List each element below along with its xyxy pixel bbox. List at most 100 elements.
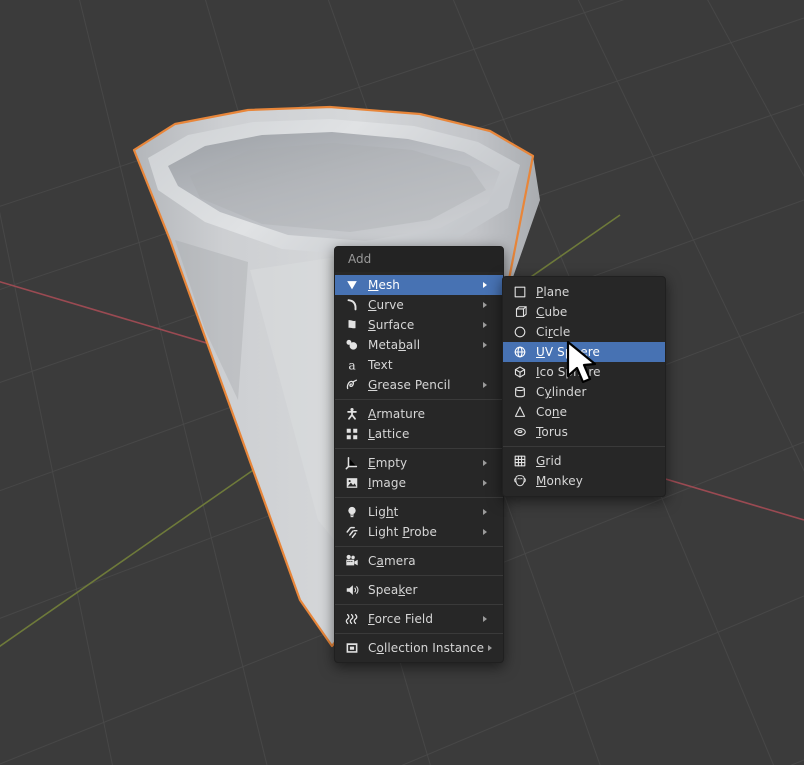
menu-item-cylinder[interactable]: Cylinder	[503, 382, 665, 402]
submenu-arrow-icon	[483, 460, 497, 466]
cube-icon	[511, 304, 529, 320]
menu-item-empty[interactable]: Empty	[335, 453, 503, 473]
add-menu-title: Add	[335, 247, 503, 272]
menu-item-ico-sphere[interactable]: Ico Sphere	[503, 362, 665, 382]
collection-instance-icon	[343, 640, 361, 656]
light-icon	[343, 504, 361, 520]
add-menu[interactable]: Add Mesh Curve Surface Metaball a Text Grease …	[334, 246, 504, 663]
menu-item-light-probe[interactable]: Light Probe	[335, 522, 503, 542]
menu-item-curve[interactable]: Curve	[335, 295, 503, 315]
menu-item-label: Armature	[368, 407, 426, 421]
text-icon: a	[343, 357, 361, 373]
menu-item-grid[interactable]: Grid	[503, 451, 665, 471]
menu-item-label: Curve	[368, 298, 404, 312]
menu-item-surface[interactable]: Surface	[335, 315, 503, 335]
add-menu-items: Mesh Curve Surface Metaball a Text Grease Penc…	[335, 272, 503, 662]
submenu-arrow-icon	[483, 529, 497, 535]
menu-item-label: Grease Pencil	[368, 378, 451, 392]
menu-item-label: Light	[368, 505, 399, 519]
menu-item-label: Cone	[536, 405, 568, 419]
menu-item-label: Force Field	[368, 612, 434, 626]
menu-separator	[335, 604, 503, 605]
cylinder-icon	[511, 384, 529, 400]
blender-window: Add Mesh Curve Surface Metaball a Text Grease …	[0, 0, 804, 765]
menu-item-label: Image	[368, 476, 407, 490]
uv-sphere-icon	[511, 344, 529, 360]
circle-icon	[511, 324, 529, 340]
menu-item-torus[interactable]: Torus	[503, 422, 665, 442]
plane-icon	[511, 284, 529, 300]
surface-icon	[343, 317, 361, 333]
menu-item-image[interactable]: Image	[335, 473, 503, 493]
menu-item-label: Light Probe	[368, 525, 437, 539]
menu-item-label: Torus	[536, 425, 568, 439]
menu-item-light[interactable]: Light	[335, 502, 503, 522]
menu-item-label: Monkey	[536, 474, 583, 488]
menu-item-speaker[interactable]: Speaker	[335, 580, 503, 600]
menu-item-plane[interactable]: Plane	[503, 282, 665, 302]
menu-item-mesh[interactable]: Mesh	[335, 275, 503, 295]
torus-icon	[511, 424, 529, 440]
menu-item-label: Surface	[368, 318, 415, 332]
menu-separator	[335, 399, 503, 400]
menu-item-metaball[interactable]: Metaball	[335, 335, 503, 355]
menu-item-label: Circle	[536, 325, 571, 339]
menu-item-force-field[interactable]: Force Field	[335, 609, 503, 629]
submenu-arrow-icon	[483, 509, 497, 515]
grid-icon	[511, 453, 529, 469]
menu-separator	[335, 633, 503, 634]
lattice-icon	[343, 426, 361, 442]
submenu-arrow-icon	[483, 302, 497, 308]
armature-icon	[343, 406, 361, 422]
menu-item-label: Metaball	[368, 338, 421, 352]
menu-item-label: Speaker	[368, 583, 418, 597]
menu-item-label: Mesh	[368, 278, 401, 292]
submenu-arrow-icon	[483, 282, 497, 288]
svg-text:a: a	[348, 358, 355, 372]
curve-icon	[343, 297, 361, 313]
menu-item-circle[interactable]: Circle	[503, 322, 665, 342]
menu-item-label: Camera	[368, 554, 416, 568]
menu-item-label: Collection Instance	[368, 641, 485, 655]
menu-separator	[335, 575, 503, 576]
force-field-icon	[343, 611, 361, 627]
menu-item-label: Ico Sphere	[536, 365, 601, 379]
submenu-arrow-icon	[483, 382, 497, 388]
submenu-arrow-icon	[483, 616, 497, 622]
menu-item-lattice[interactable]: Lattice	[335, 424, 503, 444]
menu-item-camera[interactable]: Camera	[335, 551, 503, 571]
menu-separator	[503, 446, 665, 447]
menu-item-monkey[interactable]: Monkey	[503, 471, 665, 491]
menu-item-label: Empty	[368, 456, 408, 470]
light-probe-icon	[343, 524, 361, 540]
monkey-icon	[511, 473, 529, 489]
submenu-arrow-icon	[483, 480, 497, 486]
menu-item-cone[interactable]: Cone	[503, 402, 665, 422]
menu-item-grease-pencil[interactable]: Grease Pencil	[335, 375, 503, 395]
menu-item-label: Cylinder	[536, 385, 587, 399]
submenu-arrow-icon	[483, 322, 497, 328]
metaball-icon	[343, 337, 361, 353]
menu-item-collection-instance[interactable]: Collection Instance	[335, 638, 503, 658]
camera-icon	[343, 553, 361, 569]
menu-item-text[interactable]: a Text	[335, 355, 503, 375]
menu-item-label: Grid	[536, 454, 562, 468]
menu-item-label: Cube	[536, 305, 568, 319]
menu-item-label: UV Sphere	[536, 345, 600, 359]
menu-item-armature[interactable]: Armature	[335, 404, 503, 424]
mesh-submenu[interactable]: Plane Cube Circle UV Sphere Ico Sphere Cylind…	[502, 276, 666, 497]
mesh-icon	[343, 277, 361, 293]
menu-separator	[335, 448, 503, 449]
image-icon	[343, 475, 361, 491]
mesh-submenu-items: Plane Cube Circle UV Sphere Ico Sphere Cylind…	[503, 277, 665, 496]
menu-item-label: Lattice	[368, 427, 410, 441]
cone-icon	[511, 404, 529, 420]
submenu-arrow-icon	[483, 342, 497, 348]
menu-item-uv-sphere[interactable]: UV Sphere	[503, 342, 665, 362]
grease-pencil-icon	[343, 377, 361, 393]
menu-separator	[335, 546, 503, 547]
menu-item-cube[interactable]: Cube	[503, 302, 665, 322]
menu-item-label: Text	[368, 358, 393, 372]
ico-sphere-icon	[511, 364, 529, 380]
menu-separator	[335, 497, 503, 498]
